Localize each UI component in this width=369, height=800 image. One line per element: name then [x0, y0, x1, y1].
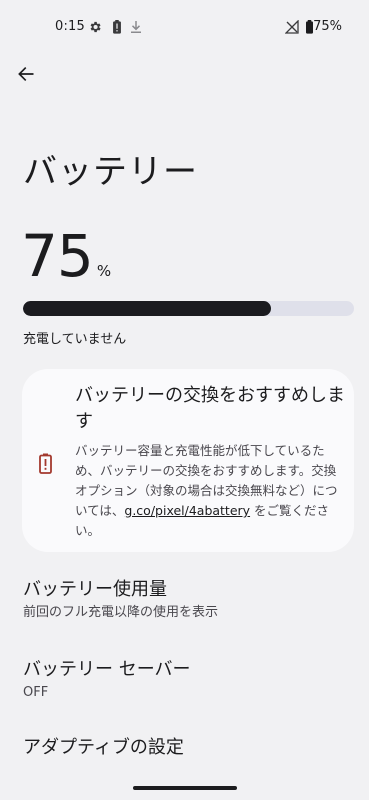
setting-subtitle: 前回のフル充電以降の使用を表示 — [23, 605, 219, 620]
status-bar: 0:15 75% — [0, 0, 369, 56]
battery-usage-item[interactable]: バッテリー使用量 前回のフル充電以降の使用を表示 — [23, 577, 353, 622]
charging-status: 充電していません — [23, 332, 127, 347]
battery-settings-screen: 0:15 75% バッテリー 75 % 充電していません バッテリーの交換をおす… — [0, 0, 369, 800]
page-title: バッテリー — [23, 152, 198, 192]
arrow-back-icon — [18, 66, 34, 82]
battery-alert-icon — [110, 20, 124, 34]
battery-level-value: 75 — [21, 222, 94, 290]
adaptive-settings-item[interactable]: アダプティブの設定 — [23, 735, 353, 761]
setting-title: アダプティブの設定 — [23, 737, 184, 758]
gesture-nav-handle[interactable] — [133, 786, 237, 790]
setting-title: バッテリー セーバー — [23, 659, 191, 680]
battery-replacement-card[interactable]: バッテリーの交換をおすすめします バッテリー容量と充電性能が低下しているため、バ… — [22, 369, 354, 552]
battery-progress-bar — [23, 301, 354, 316]
status-time: 0:15 — [55, 19, 85, 34]
battery-level-unit: % — [96, 262, 112, 280]
gear-icon — [88, 20, 102, 34]
card-title: バッテリーの交換をおすすめします — [75, 385, 345, 432]
status-battery-percent: 75% — [313, 19, 342, 34]
battery-progress-fill — [23, 301, 272, 316]
download-icon — [129, 20, 143, 34]
battery-saver-item[interactable]: バッテリー セーバー OFF — [23, 657, 353, 702]
back-button[interactable] — [10, 58, 42, 90]
battery-alert-icon — [36, 451, 54, 475]
battery-level: 75 % — [21, 222, 111, 290]
setting-subtitle: OFF — [23, 685, 49, 700]
setting-title: バッテリー使用量 — [23, 579, 167, 600]
card-body: バッテリー容量と充電性能が低下しているため、バッテリーの交換をおすすめします。交… — [75, 441, 347, 541]
battery-info-link[interactable]: g.co/pixel/4abattery — [124, 503, 250, 518]
no-signal-icon — [285, 20, 299, 34]
